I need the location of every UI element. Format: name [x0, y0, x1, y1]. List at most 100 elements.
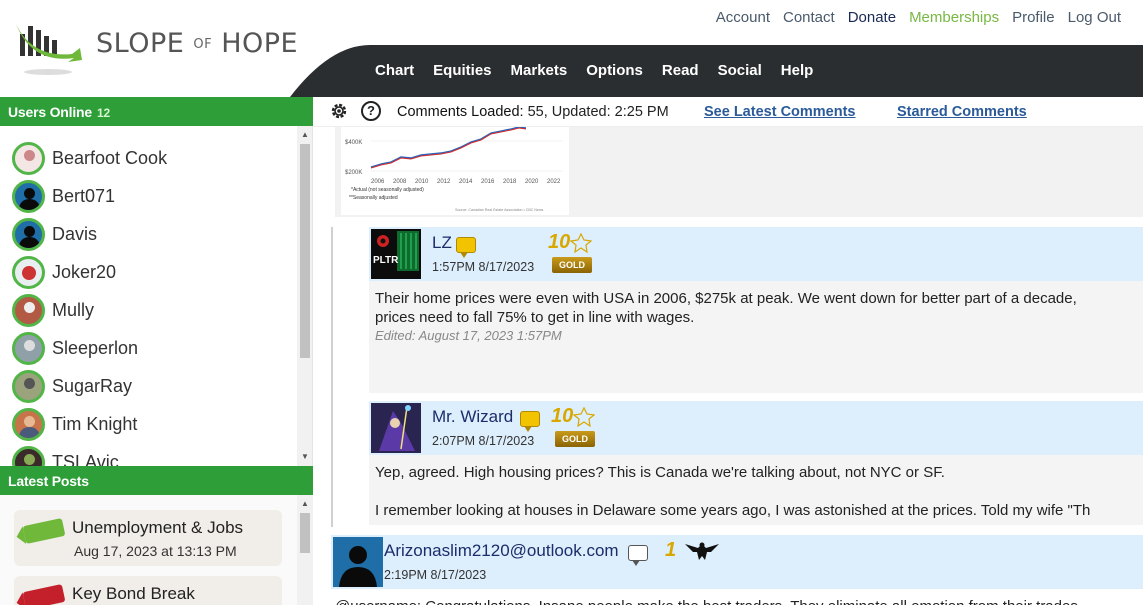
- latest-posts-header: Latest Posts: [0, 466, 313, 495]
- comment-avatar[interactable]: [371, 403, 421, 453]
- pltr-avatar-icon: PLTR: [371, 229, 421, 279]
- user-avatar: [12, 369, 45, 403]
- user-item[interactable]: Davis: [12, 216, 97, 252]
- speech-bubble-icon[interactable]: [520, 411, 540, 432]
- nav-social[interactable]: Social: [718, 62, 762, 79]
- user-avatar: [12, 407, 45, 441]
- star-rank-icon: [570, 233, 592, 253]
- comment-text-line: Their home prices were even with USA in …: [375, 290, 1077, 307]
- logout-link[interactable]: Log Out: [1068, 9, 1121, 26]
- svg-text:2010: 2010: [415, 179, 429, 185]
- comment: PLTR LZ 10 GOLD 1:57PM 8/17/2023 Their h…: [369, 227, 1143, 393]
- users-online-count: 12: [96, 106, 110, 120]
- user-avatar: [12, 141, 45, 175]
- user-item[interactable]: Sleeperlon: [12, 330, 138, 366]
- logo-text: SLOPE OF HOPE: [96, 28, 299, 59]
- comment-username[interactable]: Arizonaslim2120@outlook.com: [384, 541, 619, 561]
- speech-bubble-icon[interactable]: [456, 237, 476, 258]
- comment-text-line: Yep, agreed. High housing prices? This i…: [375, 464, 945, 481]
- comment-username[interactable]: Mr. Wizard: [432, 407, 513, 427]
- svg-text:Source: Canadian Real Estate A: Source: Canadian Real Estate Association…: [455, 208, 544, 212]
- gear-icon[interactable]: [329, 101, 349, 121]
- svg-text:2020: 2020: [525, 179, 539, 185]
- svg-text:2008: 2008: [393, 179, 407, 185]
- top-nav: Account Contact Donate Memberships Profi…: [716, 9, 1121, 26]
- user-item[interactable]: SugarRay: [12, 368, 132, 404]
- user-item[interactable]: Bert071: [12, 178, 115, 214]
- comment-username[interactable]: LZ: [432, 233, 452, 253]
- default-avatar-icon: [333, 537, 383, 587]
- thread-line: [331, 227, 333, 527]
- main-nav: Chart Equities Markets Options Read Soci…: [375, 62, 813, 79]
- user-item[interactable]: TSLAvic: [12, 444, 119, 466]
- wizard-avatar-icon: [371, 403, 421, 453]
- comment-text-line: I remember looking at houses in Delaware…: [375, 502, 1091, 519]
- nav-help[interactable]: Help: [781, 62, 814, 79]
- rank-number: 10: [551, 405, 574, 427]
- nav-read[interactable]: Read: [662, 62, 699, 79]
- scroll-down-icon[interactable]: ▼: [297, 450, 312, 464]
- post-card[interactable]: Unemployment & Jobs Aug 17, 2023 at 13:1…: [14, 510, 282, 566]
- profile-link[interactable]: Profile: [1012, 9, 1055, 26]
- nav-equities[interactable]: Equities: [433, 62, 491, 79]
- svg-text:*Actual (not seasonally adjust: *Actual (not seasonally adjusted): [351, 187, 424, 193]
- see-latest-comments-link[interactable]: See Latest Comments: [704, 104, 856, 120]
- posts-scrollbar[interactable]: ▲: [297, 495, 313, 605]
- post-card[interactable]: Key Bond Break: [14, 576, 282, 605]
- nav-options[interactable]: Options: [586, 62, 643, 79]
- user-item[interactable]: Tim Knight: [12, 406, 137, 442]
- users-scroll-thumb[interactable]: [300, 144, 310, 358]
- svg-text:$400K: $400K: [345, 140, 362, 146]
- posts-scroll-thumb[interactable]: [300, 513, 310, 553]
- user-avatar: [12, 293, 45, 327]
- user-item[interactable]: Bearfoot Cook: [12, 140, 167, 176]
- rank-number: 10: [548, 231, 571, 253]
- users-scrollbar[interactable]: ▲ ▼: [297, 126, 312, 466]
- donate-link[interactable]: Donate: [848, 9, 896, 26]
- scroll-up-icon[interactable]: ▲: [297, 128, 312, 142]
- comment-avatar[interactable]: PLTR: [371, 229, 421, 279]
- embedded-chart-card: $400K $200K 2006 2008 2010 2012 2014 201…: [335, 127, 1143, 217]
- comment-timestamp: 2:19PM 8/17/2023: [384, 568, 487, 582]
- latest-posts-list: Unemployment & Jobs Aug 17, 2023 at 13:1…: [0, 495, 313, 605]
- comments-area: $400K $200K 2006 2008 2010 2012 2014 201…: [313, 127, 1143, 605]
- user-avatar: [12, 445, 45, 466]
- slope-of-hope-page: SLOPE OF HOPE Account Contact Donate Mem…: [0, 0, 1143, 605]
- scroll-up-icon[interactable]: ▲: [297, 497, 313, 511]
- comment: Mr. Wizard 10 GOLD 2:07PM 8/17/2023 Yep,…: [369, 401, 1143, 525]
- user-item[interactable]: Mully: [12, 292, 94, 328]
- comments-toolbar: ? Comments Loaded: 55, Updated: 2:25 PM …: [313, 97, 1143, 127]
- account-link[interactable]: Account: [716, 9, 770, 26]
- nav-markets[interactable]: Markets: [511, 62, 568, 79]
- svg-text:2012: 2012: [437, 179, 451, 185]
- svg-text:2016: 2016: [481, 179, 495, 185]
- contact-link[interactable]: Contact: [783, 9, 835, 26]
- help-icon[interactable]: ?: [361, 101, 381, 121]
- star-rank-icon: [573, 407, 595, 427]
- memberships-link[interactable]: Memberships: [909, 9, 999, 26]
- rank-number: 1: [665, 539, 677, 561]
- users-online-list: Bearfoot Cook Bert071 Davis Joker20 Mull…: [0, 126, 313, 466]
- user-avatar: [12, 217, 45, 251]
- user-avatar: [12, 255, 45, 289]
- user-avatar: [12, 331, 45, 365]
- svg-text:**Seasonally adjusted: **Seasonally adjusted: [349, 195, 398, 201]
- svg-text:2006: 2006: [371, 179, 385, 185]
- user-avatar: [12, 179, 45, 213]
- eagle-rank-icon: [685, 542, 719, 560]
- nav-chart[interactable]: Chart: [375, 62, 414, 79]
- comment-text-line: prices need to fall 75% to get in line w…: [375, 309, 695, 326]
- svg-text:2022: 2022: [547, 179, 561, 185]
- user-item[interactable]: Joker20: [12, 254, 116, 290]
- comment-edited-note: Edited: August 17, 2023 1:57PM: [375, 328, 562, 343]
- speech-bubble-icon[interactable]: [628, 545, 648, 566]
- housing-price-chart-image[interactable]: $400K $200K 2006 2008 2010 2012 2014 201…: [341, 127, 569, 215]
- svg-text:2018: 2018: [503, 179, 517, 185]
- gold-badge: GOLD: [555, 431, 595, 447]
- tag-icon: [22, 518, 66, 544]
- comment-timestamp: 1:57PM 8/17/2023: [432, 260, 535, 274]
- starred-comments-link[interactable]: Starred Comments: [897, 104, 1027, 120]
- site-header: SLOPE OF HOPE Account Contact Donate Mem…: [0, 0, 1143, 97]
- comment-avatar[interactable]: [333, 537, 383, 587]
- comment-timestamp: 2:07PM 8/17/2023: [432, 434, 535, 448]
